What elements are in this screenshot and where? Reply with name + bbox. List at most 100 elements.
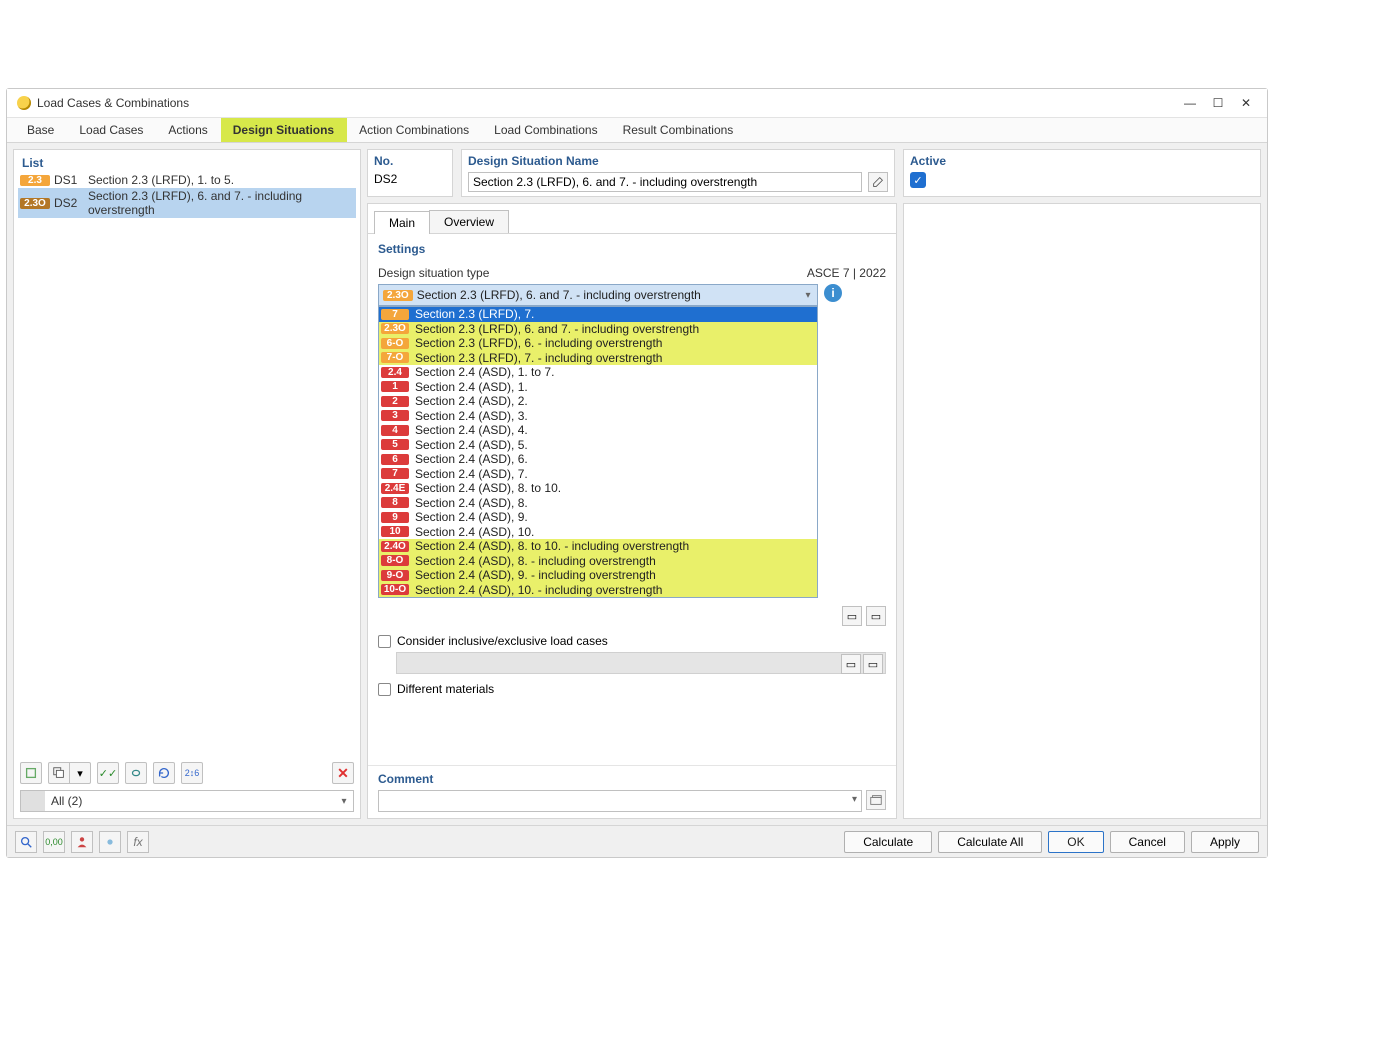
new-icon (24, 766, 38, 780)
copy-button[interactable] (48, 762, 70, 784)
info-icon[interactable]: i (824, 284, 842, 302)
list-item-text: Section 2.3 (LRFD), 6. and 7. - includin… (88, 189, 354, 217)
option-badge: 2 (381, 396, 409, 407)
dropdown-option[interactable]: 7Section 2.3 (LRFD), 7. (379, 307, 817, 322)
close-button[interactable]: ✕ (1239, 96, 1253, 110)
filter-swatch (21, 791, 45, 811)
maximize-button[interactable]: ☐ (1211, 96, 1225, 110)
sort-button[interactable]: 2↕6 (181, 762, 203, 784)
dropdown-option[interactable]: 8Section 2.4 (ASD), 8. (379, 496, 817, 511)
dropdown-option[interactable]: 2Section 2.4 (ASD), 2. (379, 394, 817, 409)
consider-aux-button-2: ▭ (863, 654, 883, 674)
option-badge: 1 (381, 381, 409, 392)
dropdown-option[interactable]: 10-OSection 2.4 (ASD), 10. - including o… (379, 583, 817, 598)
folder-icon (869, 793, 883, 807)
minimize-button[interactable]: — (1183, 96, 1197, 110)
option-text: Section 2.4 (ASD), 7. (413, 467, 815, 481)
no-label: No. (374, 154, 446, 168)
dropdown-option[interactable]: 2.4OSection 2.4 (ASD), 8. to 10. - inclu… (379, 539, 817, 554)
comment-section: Comment ▾ (368, 765, 896, 818)
copy-dropdown-button[interactable]: ▾ (69, 762, 91, 784)
apply-button[interactable]: Apply (1191, 831, 1259, 853)
comment-browse-button[interactable] (866, 790, 886, 810)
option-text: Section 2.4 (ASD), 8. - including overst… (413, 554, 815, 568)
main-tabs: Base Load Cases Actions Design Situation… (7, 117, 1267, 143)
dropdown-option[interactable]: 9Section 2.4 (ASD), 9. (379, 510, 817, 525)
dropdown-option[interactable]: 6Section 2.4 (ASD), 6. (379, 452, 817, 467)
dropdown-option[interactable]: 2.4Section 2.4 (ASD), 1. to 7. (379, 365, 817, 380)
type-dropdown-list[interactable]: 7Section 2.3 (LRFD), 7.2.3OSection 2.3 (… (378, 306, 818, 598)
active-checkbox[interactable]: ✓ (910, 172, 926, 188)
consider-label: Consider inclusive/exclusive load cases (397, 634, 608, 648)
dropdown-option[interactable]: 2.4ESection 2.4 (ASD), 8. to 10. (379, 481, 817, 496)
filter-dropdown[interactable]: All (2) ▾ (20, 790, 354, 812)
option-text: Section 2.4 (ASD), 1. (413, 380, 815, 394)
dot-icon (103, 835, 117, 849)
settings-aux-button-2[interactable]: ▭ (866, 606, 886, 626)
settings-aux-button-1[interactable]: ▭ (842, 606, 862, 626)
calculate-button[interactable]: Calculate (844, 831, 932, 853)
dropdown-option[interactable]: 1 Section 2.4 (ASD), 1. (379, 380, 817, 395)
footer-tool-4[interactable] (99, 831, 121, 853)
refresh-icon (157, 766, 171, 780)
preview-panel (903, 203, 1261, 819)
dropdown-option[interactable]: 8-O Section 2.4 (ASD), 8. - including ove… (379, 554, 817, 569)
tab-actions[interactable]: Actions (156, 118, 220, 142)
rename-button[interactable] (868, 172, 888, 192)
ok-button[interactable]: OK (1048, 831, 1103, 853)
materials-checkbox[interactable] (378, 683, 391, 696)
option-text: Section 2.4 (ASD), 1. to 7. (413, 365, 815, 379)
consider-checkbox[interactable] (378, 635, 391, 648)
dropdown-option[interactable]: 6-OSection 2.3 (LRFD), 6. - including ov… (379, 336, 817, 351)
tab-result-combinations[interactable]: Result Combinations (611, 118, 747, 142)
main-settings-panel: Main Overview Settings Design situation … (367, 203, 897, 819)
refresh-button[interactable] (153, 762, 175, 784)
new-item-button[interactable] (20, 762, 42, 784)
dropdown-option[interactable]: 9-OSection 2.4 (ASD), 9. - including ove… (379, 568, 817, 583)
no-cell: No. DS2 (367, 149, 453, 197)
dropdown-option[interactable]: 2.3OSection 2.3 (LRFD), 6. and 7. - incl… (379, 322, 817, 337)
list-item[interactable]: 2.3O DS2 Section 2.3 (LRFD), 6. and 7. -… (18, 188, 356, 218)
comment-input[interactable]: ▾ (378, 790, 862, 812)
check-button[interactable]: ✓✓ (97, 762, 119, 784)
option-text: Section 2.4 (ASD), 8. (413, 496, 815, 510)
tab-base[interactable]: Base (15, 118, 67, 142)
delete-button[interactable]: ✕ (332, 762, 354, 784)
option-badge: 8-O (381, 555, 409, 566)
list-item-id: DS1 (54, 173, 84, 187)
dropdown-option[interactable]: 4Section 2.4 (ASD), 4. (379, 423, 817, 438)
option-text: Section 2.4 (ASD), 9. - including overst… (413, 568, 815, 582)
link-button[interactable] (125, 762, 147, 784)
materials-label: Different materials (397, 682, 494, 696)
cancel-button[interactable]: Cancel (1110, 831, 1185, 853)
dropdown-option[interactable]: 7-OSection 2.3 (LRFD), 7. - including ov… (379, 351, 817, 366)
option-badge: 4 (381, 425, 409, 436)
dropdown-option[interactable]: 5Section 2.4 (ASD), 5. (379, 438, 817, 453)
option-text: Section 2.4 (ASD), 8. to 10. - including… (413, 539, 815, 553)
dropdown-option[interactable]: 10Section 2.4 (ASD), 10. (379, 525, 817, 540)
option-text: Section 2.4 (ASD), 10. (413, 525, 815, 539)
comment-header: Comment (378, 772, 886, 786)
list-item-text: Section 2.3 (LRFD), 1. to 5. (88, 173, 354, 187)
filter-text: All (2) (45, 794, 335, 808)
footer-tool-5[interactable]: fx (127, 831, 149, 853)
list-item[interactable]: 2.3 DS1 Section 2.3 (LRFD), 1. to 5. (18, 172, 356, 188)
left-toolbar: ▾ ✓✓ 2↕6 ✕ (18, 758, 356, 788)
type-dropdown[interactable]: 2.3O Section 2.3 (LRFD), 6. and 7. - inc… (378, 284, 818, 306)
tab-design-situations[interactable]: Design Situations (221, 118, 347, 142)
footer-tool-2[interactable]: 0,00 (43, 831, 65, 853)
tab-load-combinations[interactable]: Load Combinations (482, 118, 610, 142)
option-text: Section 2.3 (LRFD), 7. (413, 307, 815, 321)
dropdown-option[interactable]: 7Section 2.4 (ASD), 7. (379, 467, 817, 482)
tab-action-combinations[interactable]: Action Combinations (347, 118, 482, 142)
footer-tool-1[interactable] (15, 831, 37, 853)
name-input[interactable] (468, 172, 862, 192)
subtab-main[interactable]: Main (374, 211, 430, 234)
dropdown-option[interactable]: 3Section 2.4 (ASD), 3. (379, 409, 817, 424)
tab-load-cases[interactable]: Load Cases (67, 118, 156, 142)
subtab-overview[interactable]: Overview (429, 210, 509, 233)
footer-tool-3[interactable] (71, 831, 93, 853)
consider-aux-button-1: ▭ (841, 654, 861, 674)
calculate-all-button[interactable]: Calculate All (938, 831, 1042, 853)
title-bar: Load Cases & Combinations — ☐ ✕ (7, 89, 1267, 117)
